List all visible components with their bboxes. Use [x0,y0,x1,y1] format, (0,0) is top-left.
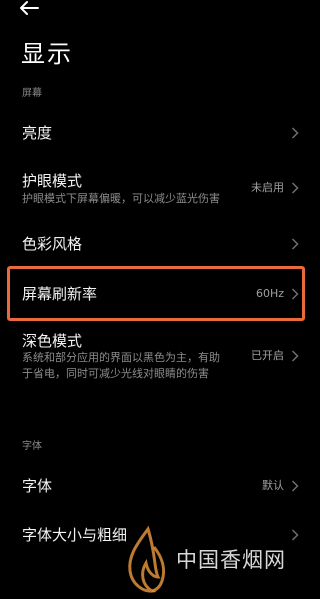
refresh-rate-value: 60Hz [255,287,284,300]
eye-protection-title: 护眼模式 [22,172,83,190]
dark-mode-row[interactable]: 深色模式 系统和部分应用的界面以黑色为主，有助 于省电，同时可减少光线对眼睛的伤… [0,326,319,392]
watermark-text: 中国香烟网 [176,548,286,572]
refresh-rate-row[interactable]: 屏幕刷新率 60Hz [0,273,319,315]
section-label-screen: 屏幕 [22,88,42,99]
chevron-right-icon [291,288,299,300]
color-style-row[interactable]: 色彩风格 [0,224,319,264]
font-value: 默认 [262,479,284,492]
refresh-rate-title: 屏幕刷新率 [22,285,98,303]
chevron-right-icon [291,480,299,492]
dark-mode-title: 深色模式 [22,332,83,350]
eye-protection-row[interactable]: 护眼模式 护眼模式下屏幕偏暖，可以减少蓝光伤害 未启用 [0,165,319,215]
chevron-right-icon [291,127,299,139]
chevron-right-icon [291,238,299,250]
brightness-row[interactable]: 亮度 [0,113,319,153]
page-title: 显示 [21,40,73,68]
watermark: 中国香烟网 [118,525,318,595]
font-size-title: 字体大小与粗细 [22,526,128,544]
font-row[interactable]: 字体 默认 [0,466,319,506]
back-button[interactable] [18,0,48,22]
eye-protection-status: 未启用 [251,181,284,194]
flame-logo-icon [118,525,174,599]
chevron-right-icon [291,350,299,362]
dark-mode-status: 已开启 [251,349,284,362]
arrow-left-icon [18,0,48,16]
section-label-font: 字体 [22,441,42,452]
font-title: 字体 [22,477,53,495]
dark-mode-subtitle-line2: 于省电，同时可减少光线对眼睛的伤害 [22,367,209,380]
dark-mode-subtitle-line1: 系统和部分应用的界面以黑色为主，有助 [22,351,220,364]
eye-protection-subtitle: 护眼模式下屏幕偏暖，可以减少蓝光伤害 [22,192,220,205]
brightness-title: 亮度 [22,124,53,142]
color-style-title: 色彩风格 [22,235,83,253]
chevron-right-icon [291,182,299,194]
